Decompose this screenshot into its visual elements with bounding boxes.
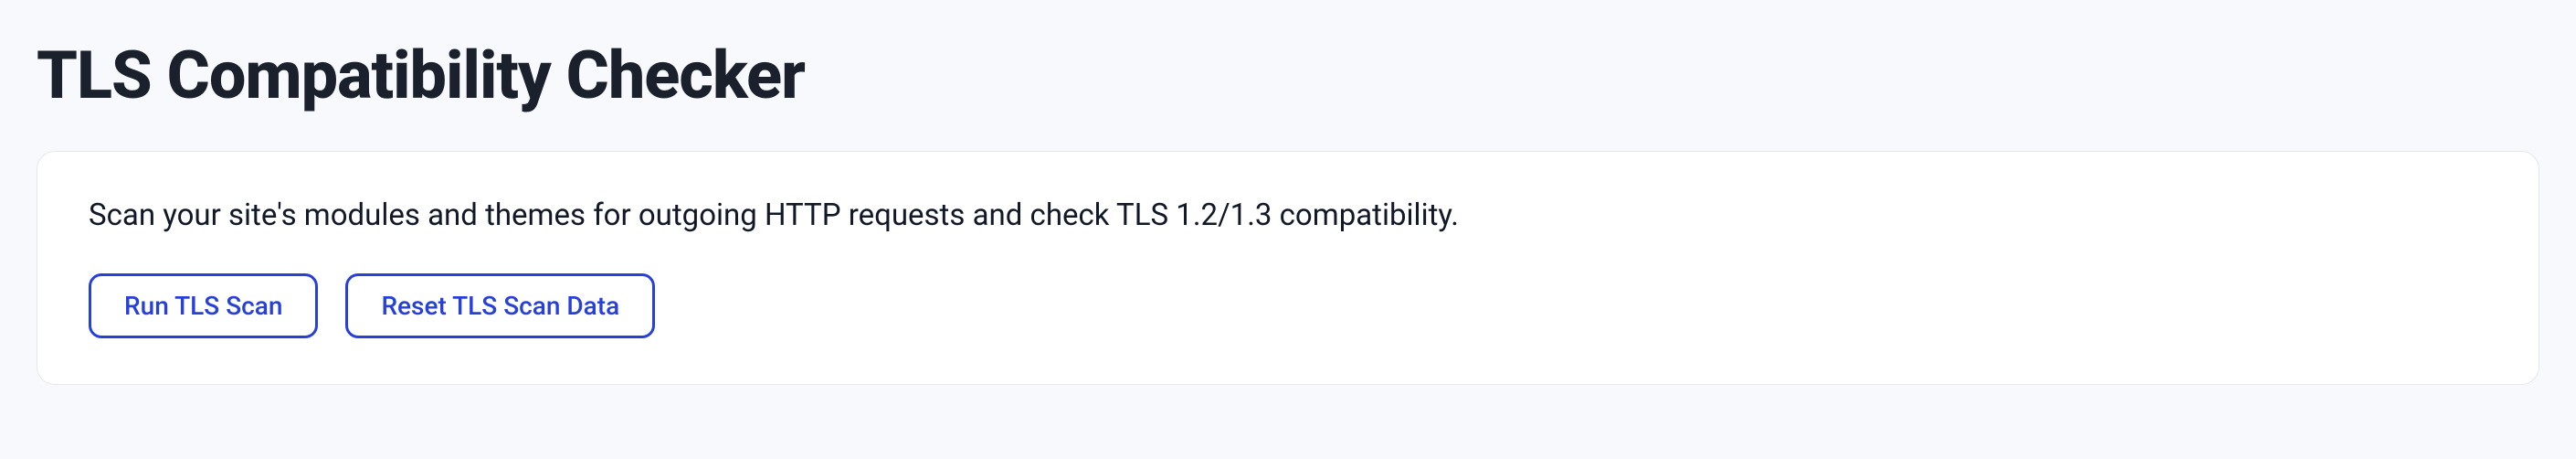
page-title: TLS Compatibility Checker bbox=[37, 37, 2539, 114]
reset-tls-scan-data-button[interactable]: Reset TLS Scan Data bbox=[345, 273, 655, 338]
main-card: Scan your site's modules and themes for … bbox=[37, 151, 2539, 385]
card-description: Scan your site's modules and themes for … bbox=[89, 197, 2487, 233]
button-row: Run TLS Scan Reset TLS Scan Data bbox=[89, 273, 2487, 338]
run-tls-scan-button[interactable]: Run TLS Scan bbox=[89, 273, 318, 338]
